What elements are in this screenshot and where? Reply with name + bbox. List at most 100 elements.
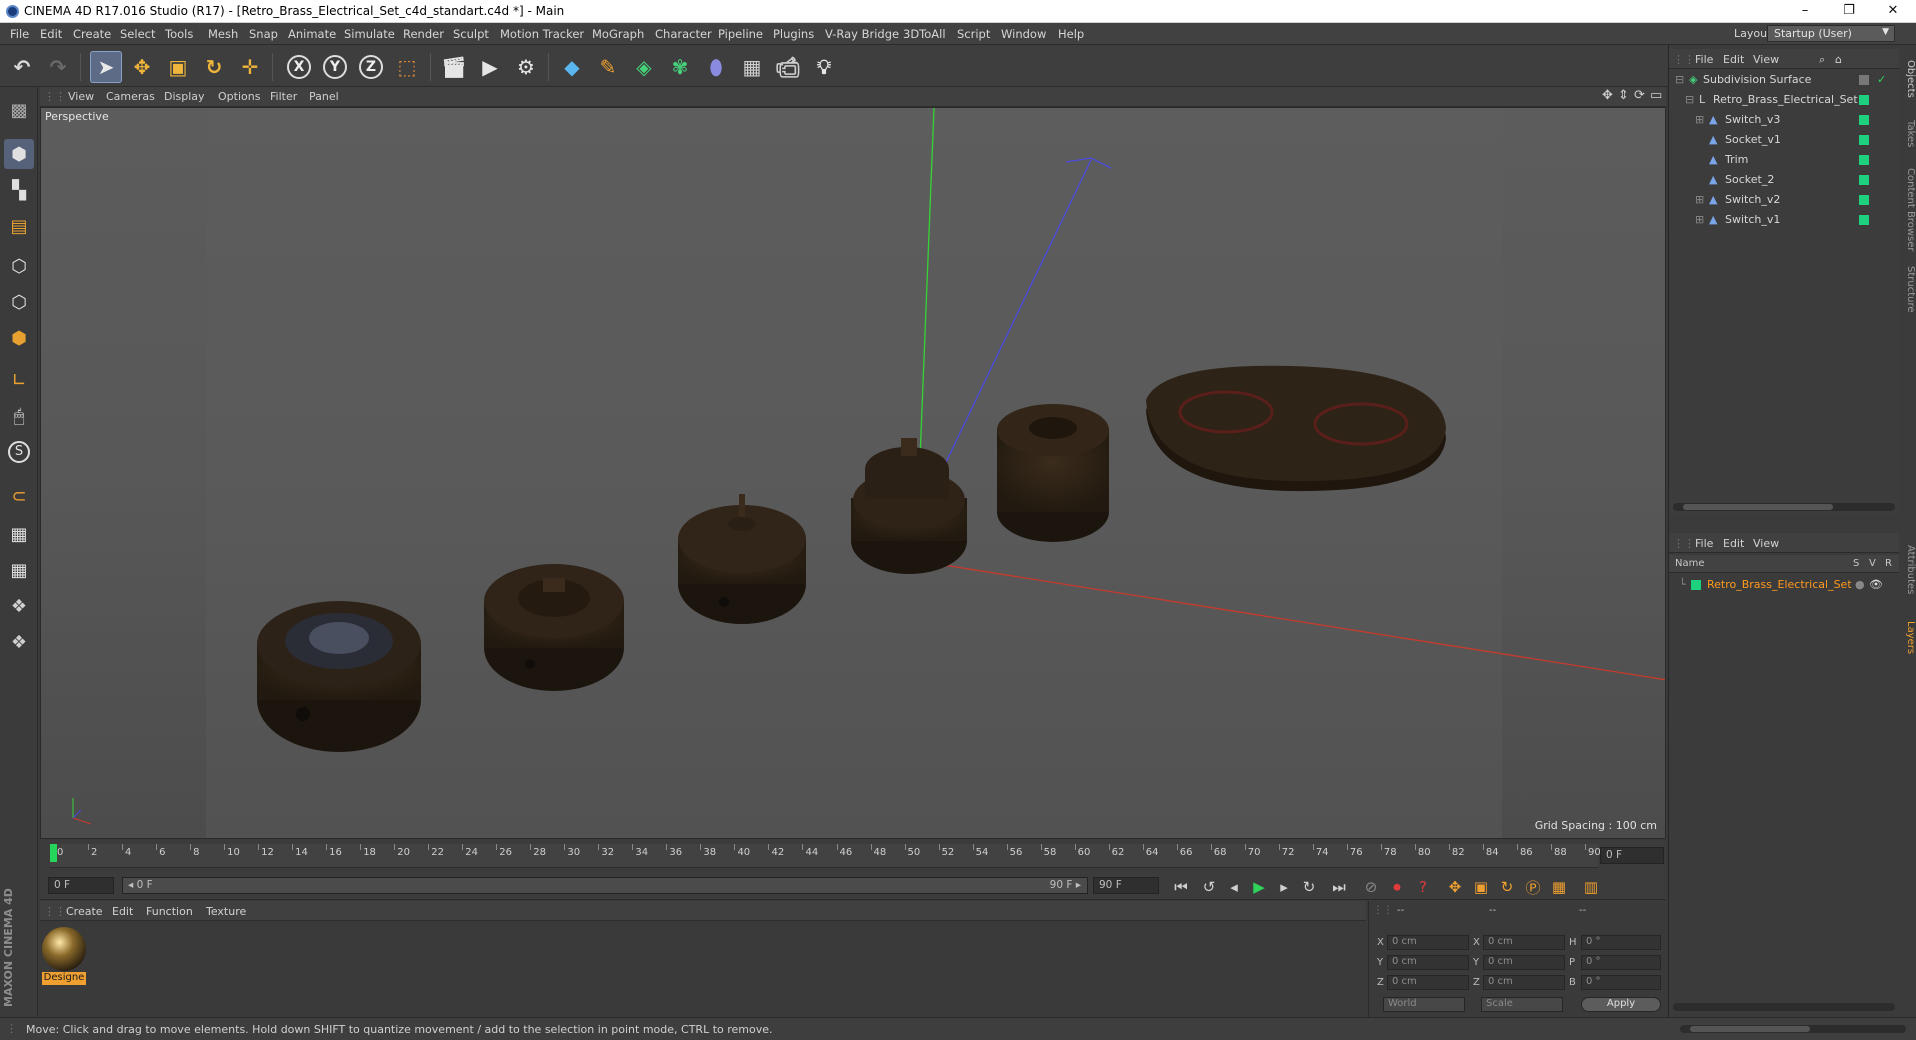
texture-mode-button[interactable]: ▚ xyxy=(4,175,34,205)
side-tab-layers[interactable]: Layers xyxy=(1900,613,1916,663)
magnet-tool-button[interactable]: ⊂ xyxy=(4,481,34,511)
play-button[interactable]: ▶ xyxy=(1248,876,1270,898)
close-button[interactable]: ✕ xyxy=(1870,1,1916,22)
tweak-mode-button[interactable]: 🖱︎ xyxy=(4,401,34,431)
size-y-field[interactable]: 0 cm xyxy=(1483,955,1565,970)
object-row[interactable]: ▲ Socket_v1 xyxy=(1669,130,1899,150)
object-row[interactable]: ⊞ ▲ Switch_v3 xyxy=(1669,110,1899,130)
add-camera-button[interactable]: 📹︎ xyxy=(772,51,804,83)
scale-tool-button[interactable]: ▣ xyxy=(162,51,194,83)
viewport-menu-view[interactable]: View xyxy=(68,90,94,103)
tree-expand-icon[interactable]: ⊞ xyxy=(1695,113,1704,126)
edit-render-settings-button[interactable]: ⚙ xyxy=(510,51,542,83)
search-icon[interactable]: ⌕ xyxy=(1819,53,1825,67)
timeline-window-button[interactable]: ▥ xyxy=(1580,876,1602,898)
menu-sculpt[interactable]: Sculpt xyxy=(453,27,489,41)
tree-expand-icon[interactable]: ⊟ xyxy=(1675,73,1684,86)
objects-menu-view[interactable]: View xyxy=(1753,53,1779,66)
scrollbar-thumb[interactable] xyxy=(1690,1026,1810,1032)
material-preview-sphere[interactable] xyxy=(42,927,86,971)
rotate-tool-button[interactable]: ↻ xyxy=(198,51,230,83)
z-axis-lock-button[interactable]: Z xyxy=(355,51,387,83)
menu-motion-tracker[interactable]: Motion Tracker xyxy=(500,27,584,41)
timeline-ruler[interactable]: 0 2 4 6 8 10 12 14 16 18 20 22 24 26 28 30 32 34 36 38 40 42 4… xyxy=(40,840,1666,872)
restore-button[interactable]: ❐ xyxy=(1826,1,1872,22)
object-row[interactable]: ⊟ L Retro_Brass_Electrical_Set xyxy=(1669,90,1899,110)
key-parameter-button[interactable]: Ⓟ xyxy=(1522,876,1544,898)
pos-z-field[interactable]: 0 cm xyxy=(1387,975,1469,990)
layer-color-tag[interactable] xyxy=(1859,155,1869,165)
menu-character[interactable]: Character xyxy=(655,27,712,41)
switch-v1-model[interactable] xyxy=(257,601,421,752)
layer-color-swatch[interactable] xyxy=(1691,580,1701,590)
viewport-menu-filter[interactable]: Filter xyxy=(270,90,297,103)
menu-vray-bridge[interactable]: V-Ray Bridge xyxy=(825,27,899,41)
material-menu-edit[interactable]: Edit xyxy=(112,905,133,918)
object-row[interactable]: ⊞ ▲ Switch_v2 xyxy=(1669,190,1899,210)
render-view-button[interactable]: 🎬︎ xyxy=(438,51,470,83)
coordinate-mode-dropdown[interactable]: World xyxy=(1383,997,1465,1012)
goto-start-button[interactable]: ⏮ xyxy=(1170,876,1192,898)
points-mode-button[interactable]: ⬡ xyxy=(4,251,34,281)
keyframe-selection-button[interactable]: ? xyxy=(1412,876,1434,898)
key-position-button[interactable]: ✥ xyxy=(1444,876,1466,898)
layout-dropdown[interactable]: Startup (User) ▼ xyxy=(1767,25,1895,42)
viewport-move-icon[interactable]: ✥ xyxy=(1602,88,1613,103)
menu-plugins[interactable]: Plugins xyxy=(773,27,814,41)
menu-mesh[interactable]: Mesh xyxy=(208,27,238,41)
rot-p-field[interactable]: 0 ° xyxy=(1581,955,1661,970)
object-row[interactable]: ⊟ ◈ Subdivision Surface ✓ xyxy=(1669,70,1899,90)
apply-button[interactable]: Apply xyxy=(1581,997,1661,1012)
size-x-field[interactable]: 0 cm xyxy=(1483,935,1565,950)
planar-workplane-button[interactable]: ▦ xyxy=(4,555,34,585)
x-axis-lock-button[interactable]: X xyxy=(283,51,315,83)
scrollbar-thumb[interactable] xyxy=(1683,504,1833,510)
add-mograph-button[interactable]: ✾ xyxy=(664,51,696,83)
object-row[interactable]: ⊞ ▲ Switch_v1 xyxy=(1669,210,1899,230)
side-tab-objects[interactable]: Objects xyxy=(1900,49,1916,109)
key-rotation-button[interactable]: ↻ xyxy=(1496,876,1518,898)
record-keys-button[interactable]: ⊘ xyxy=(1360,876,1382,898)
status-scrollbar[interactable] xyxy=(1680,1025,1906,1033)
menu-file[interactable]: File xyxy=(10,27,29,41)
layer-name[interactable]: Retro_Brass_Electrical_Set xyxy=(1707,578,1852,591)
prev-key-button[interactable]: ↺ xyxy=(1198,876,1220,898)
current-frame-field[interactable]: 0 F xyxy=(1600,847,1664,864)
coordinate-system-button[interactable]: ⬚ xyxy=(391,51,423,83)
add-light-button[interactable]: 💡︎ xyxy=(808,51,840,83)
layers-menu-file[interactable]: File xyxy=(1695,537,1713,550)
menu-pipeline[interactable]: Pipeline xyxy=(718,27,763,41)
layers-menu-edit[interactable]: Edit xyxy=(1723,537,1744,550)
tree-expand-icon[interactable]: ⊟ xyxy=(1685,93,1694,106)
next-frame-button[interactable]: ▸ xyxy=(1273,876,1295,898)
render-to-picture-viewer-button[interactable]: ▶ xyxy=(474,51,506,83)
key-scale-button[interactable]: ▣ xyxy=(1470,876,1492,898)
trim-model[interactable] xyxy=(1146,365,1446,492)
frame-range-slider[interactable]: ◂ 0 F 90 F ▸ xyxy=(122,877,1088,894)
material-menu-function[interactable]: Function xyxy=(146,905,193,918)
enabled-check-icon[interactable]: ✓ xyxy=(1877,73,1886,86)
pos-y-field[interactable]: 0 cm xyxy=(1387,955,1469,970)
menu-3dtoall[interactable]: 3DToAll xyxy=(903,27,946,41)
pos-x-field[interactable]: 0 cm xyxy=(1387,935,1469,950)
viewport-zoom-icon[interactable]: ⇕ xyxy=(1618,88,1629,103)
rot-b-field[interactable]: 0 ° xyxy=(1581,975,1661,990)
viewport-menu-cameras[interactable]: Cameras xyxy=(106,90,155,103)
lock-workplane-button[interactable]: ▦ xyxy=(4,519,34,549)
redo-button[interactable]: ↷ xyxy=(42,51,74,83)
menu-mograph[interactable]: MoGraph xyxy=(592,27,644,41)
layer-color-tag[interactable] xyxy=(1859,195,1869,205)
layer-solo-toggle[interactable]: ● xyxy=(1855,578,1865,591)
side-tab-takes[interactable]: Takes xyxy=(1900,109,1916,159)
snapping-button[interactable]: S xyxy=(4,437,34,467)
end-frame-field[interactable]: 90 F xyxy=(1093,877,1159,894)
add-deformer-button[interactable]: ⬮ xyxy=(700,51,732,83)
tree-expand-icon[interactable]: ⊞ xyxy=(1695,193,1704,206)
python-script-button[interactable]: ❖ xyxy=(4,627,34,657)
menu-animate[interactable]: Animate xyxy=(288,27,336,41)
editor-visibility-icon[interactable] xyxy=(1859,75,1869,85)
socket-v1-model[interactable] xyxy=(484,564,624,691)
goto-end-button[interactable]: ⏭ xyxy=(1328,876,1350,898)
start-frame-field[interactable]: 0 F xyxy=(48,877,114,894)
autokey-button[interactable]: ⏺ xyxy=(1386,876,1408,898)
